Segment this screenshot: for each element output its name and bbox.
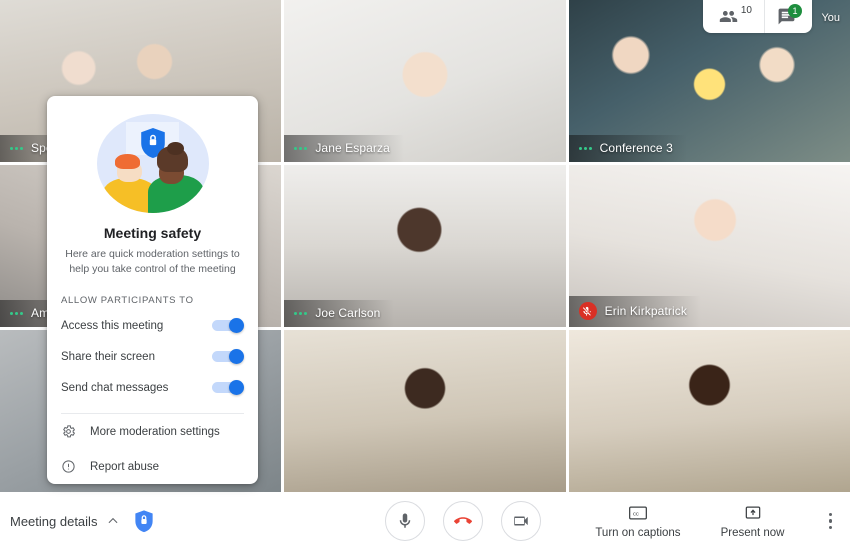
participant-count: 10: [740, 5, 752, 16]
action-label: Report abuse: [90, 460, 160, 473]
more-moderation-settings-item[interactable]: More moderation settings: [47, 414, 258, 449]
participant-label: Joe Carlson: [284, 300, 395, 327]
hang-up-button[interactable]: [442, 501, 483, 541]
chevron-up-icon: [108, 517, 118, 524]
send-chat-switch[interactable]: [212, 380, 244, 396]
toggle-send-chat-messages[interactable]: Send chat messages: [47, 372, 258, 403]
meeting-safety-illustration: [96, 114, 209, 213]
chat-unread-badge: 1: [788, 4, 802, 18]
mic-active-icon: [294, 311, 308, 315]
people-icon: [719, 10, 738, 23]
panel-title: Meeting safety: [103, 224, 202, 241]
video-tile-8[interactable]: [284, 330, 566, 492]
toggle-label: Send chat messages: [61, 381, 169, 394]
mic-active-icon: [294, 146, 308, 150]
mic-active-icon: [578, 146, 592, 150]
allow-participants-label: ALLOW PARTICIPANTS TO: [61, 295, 194, 307]
access-meeting-switch[interactable]: [212, 318, 244, 334]
end-call-icon: [453, 517, 472, 524]
more-options-icon: [828, 512, 832, 517]
toggle-access-this-meeting[interactable]: Access this meeting: [47, 310, 258, 341]
host-controls-shield-button[interactable]: [134, 509, 154, 533]
participant-name: Erin Kirkpatrick: [604, 304, 687, 318]
gear-icon: [63, 425, 76, 438]
svg-text:cc: cc: [633, 511, 639, 517]
video-feed: [284, 330, 566, 492]
video-tile-joe-carlson[interactable]: Joe Carlson: [284, 165, 566, 327]
meeting-safety-panel: Meeting safety Here are quick moderation…: [47, 96, 258, 484]
participant-label: Jane Esparza: [284, 135, 404, 162]
google-meet-window: Spencer Jane Esparza Conference 3 Amy Lu…: [0, 0, 850, 550]
video-feed: [568, 330, 850, 492]
bottom-right-group: cc Turn on captions Present now: [595, 504, 850, 539]
captions-label: Turn on captions: [595, 526, 681, 539]
video-tile-jane-esparza[interactable]: Jane Esparza: [284, 0, 566, 162]
participant-name: Jane Esparza: [315, 141, 390, 155]
participants-button[interactable]: 10: [707, 0, 764, 33]
closed-caption-icon: cc: [628, 506, 647, 519]
toggle-label: Access this meeting: [61, 319, 164, 332]
video-icon: [513, 516, 528, 526]
person-right: [148, 141, 205, 213]
mic-active-icon: [10, 146, 23, 150]
participant-name: Conference 3: [599, 141, 673, 155]
toggle-share-their-screen[interactable]: Share their screen: [47, 341, 258, 372]
toggle-label: Share their screen: [61, 350, 155, 363]
meeting-details-label: Meeting details: [10, 513, 98, 529]
host-controls-shield-icon: [135, 509, 154, 532]
participant-label: Erin Kirkpatrick: [568, 296, 701, 327]
bottom-toolbar: Meeting details cc Turn on captions Pres…: [0, 492, 850, 550]
turn-on-captions-button[interactable]: cc Turn on captions: [595, 504, 681, 539]
self-view-label: You: [821, 12, 840, 24]
top-right-controls: 10 1: [702, 0, 812, 33]
present-now-button[interactable]: Present now: [721, 504, 785, 539]
microphone-button[interactable]: [384, 501, 425, 541]
bottom-left-group: Meeting details: [0, 509, 330, 533]
chat-button[interactable]: 1: [764, 0, 808, 33]
camera-button[interactable]: [500, 501, 541, 541]
video-tile-9[interactable]: [568, 330, 850, 492]
call-controls: [330, 501, 595, 541]
panel-subtitle: Here are quick moderation settings to he…: [65, 247, 240, 275]
mic-active-icon: [10, 311, 23, 315]
video-tile-erin-kirkpatrick[interactable]: Erin Kirkpatrick: [568, 165, 850, 327]
participant-label: Conference 3: [568, 135, 687, 162]
participant-name: Joe Carlson: [315, 306, 381, 320]
mic-icon: [399, 513, 410, 528]
share-screen-switch[interactable]: [212, 349, 244, 365]
action-label: More moderation settings: [90, 425, 220, 438]
present-label: Present now: [720, 526, 785, 539]
present-icon: [745, 506, 760, 519]
meeting-details-button[interactable]: Meeting details: [10, 514, 120, 529]
report-icon: [62, 460, 75, 473]
more-options-button[interactable]: [825, 505, 837, 538]
report-abuse-item[interactable]: Report abuse: [47, 449, 258, 484]
mic-muted-icon: [578, 302, 597, 320]
